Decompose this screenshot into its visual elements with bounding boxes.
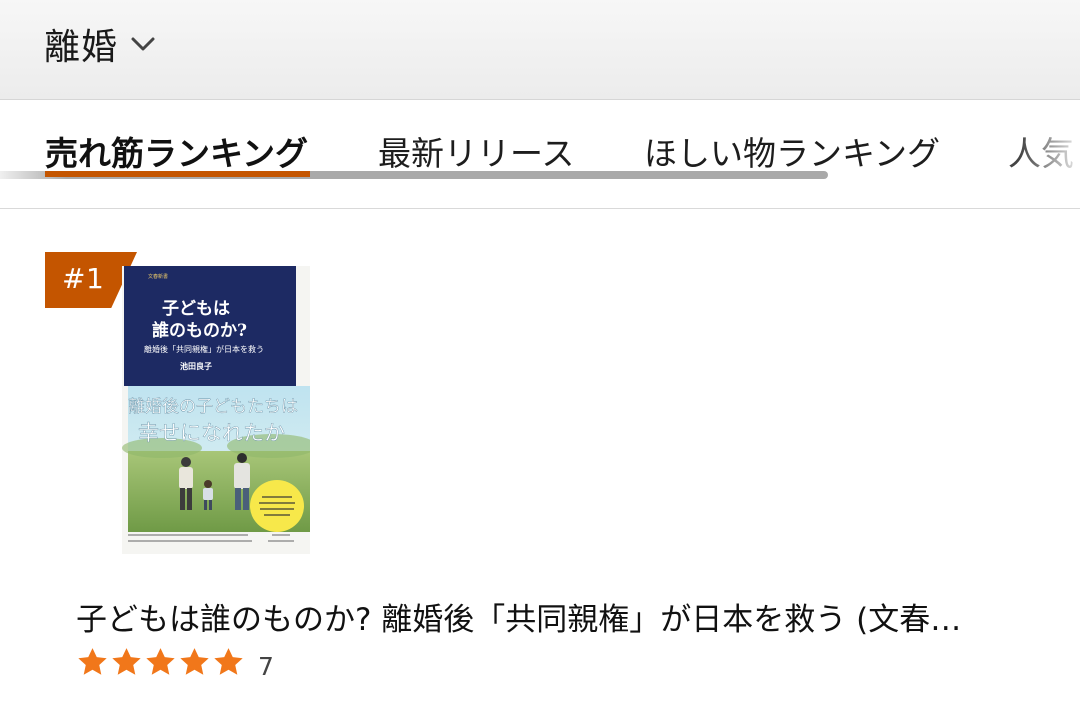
active-tab-indicator [45, 171, 310, 177]
star-rating[interactable]: 7 [76, 644, 274, 681]
chevron-down-icon [128, 29, 158, 59]
cover-subtitle: 離婚後「共同親権」が日本を救う [144, 344, 264, 354]
star-icon [180, 648, 209, 675]
star-icon [112, 648, 141, 675]
product-title-link[interactable]: 子どもは誰のものか? 離婚後「共同親権」が日本を救う (文春… [76, 594, 1026, 639]
cover-publisher: 文春新書 [148, 273, 168, 280]
tab-bar: 売れ筋ランキング 最新リリース ほしい物ランキング 人気 [0, 101, 1080, 209]
star-icon [78, 648, 107, 675]
cover-band-2: 幸せになれたか [138, 421, 285, 445]
rank-label: #1 [62, 262, 105, 295]
header-bar: 離婚 [0, 0, 1080, 100]
tab-most-wished[interactable]: ほしい物ランキング [644, 127, 940, 175]
product-card[interactable]: #1 文春新書 子どもは 誰のものか? 離婚後「共同親権」が日本を救う 池田良子… [0, 210, 1080, 703]
category-title: 離婚 [44, 27, 119, 68]
tab-overflow-fade [1020, 121, 1080, 181]
rating-count: 7 [258, 652, 274, 681]
cover-title-1: 子どもは [162, 299, 230, 319]
star-icon [146, 648, 175, 675]
cover-band-1: 離婚後の子どもたちは [128, 397, 298, 417]
tab-best-sellers[interactable]: 売れ筋ランキング [45, 127, 308, 175]
book-cover-image[interactable]: 文春新書 子どもは 誰のものか? 離婚後「共同親権」が日本を救う 池田良子 離婚… [122, 266, 310, 554]
tab-new-releases[interactable]: 最新リリース [378, 127, 574, 175]
cover-author: 池田良子 [180, 361, 212, 371]
cover-title-2: 誰のものか? [152, 320, 247, 341]
star-icon [214, 648, 243, 675]
category-dropdown[interactable]: 離婚 [44, 18, 158, 70]
